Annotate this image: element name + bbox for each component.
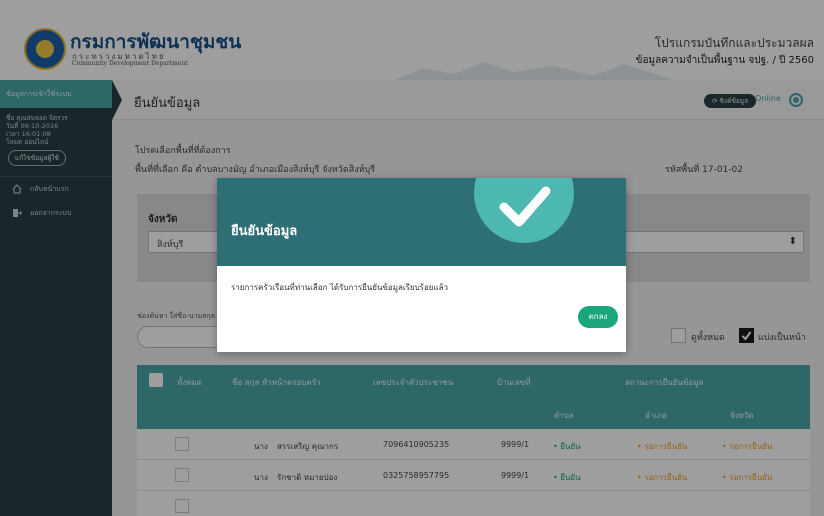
success-badge: [474, 178, 574, 243]
confirm-dialog: ยืนยันข้อมูล รายการครัวเรือนที่ท่านเลือก…: [217, 178, 626, 352]
checkmark-icon: [499, 186, 551, 227]
dialog-header: ยืนยันข้อมูล: [217, 178, 626, 266]
dialog-message: รายการครัวเรือนที่ท่านเลือก ได้รับการยืน…: [231, 283, 449, 292]
ok-button[interactable]: ตกลง: [578, 306, 618, 328]
dialog-title: ยืนยันข้อมูล: [231, 224, 298, 239]
